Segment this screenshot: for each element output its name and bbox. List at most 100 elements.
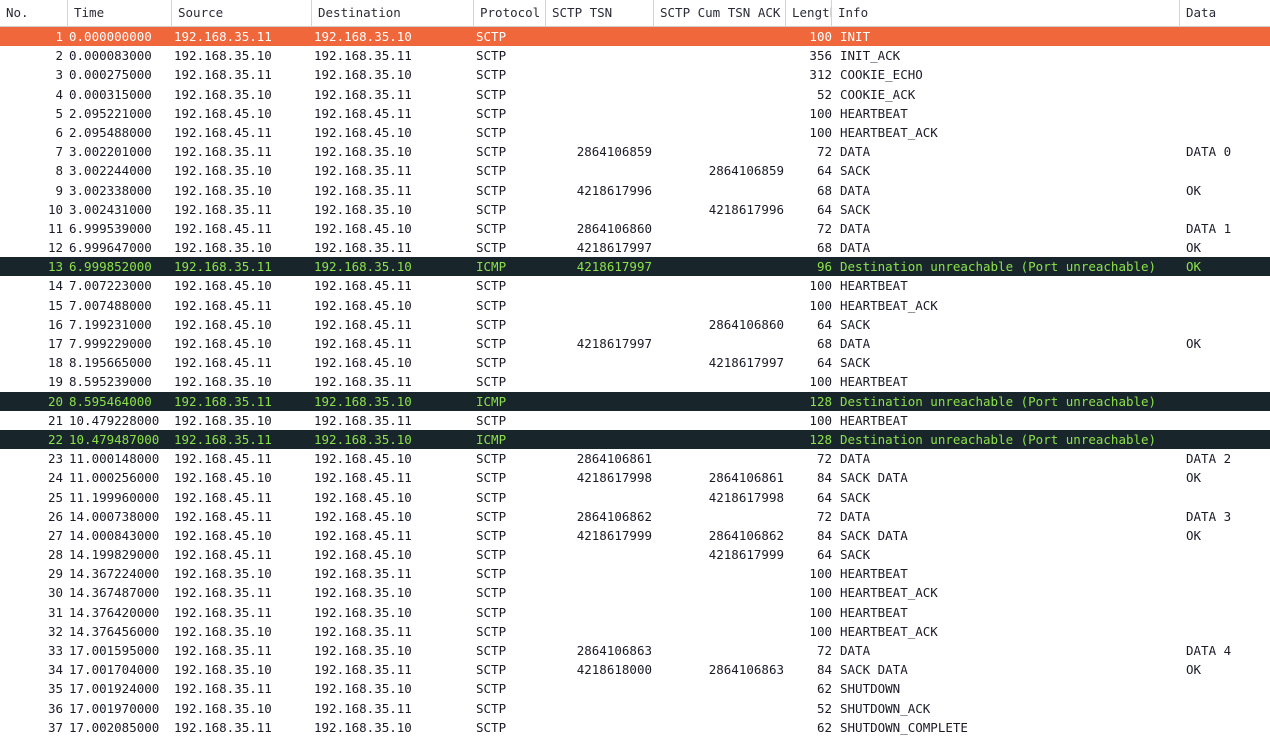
packet-row[interactable]: 22 10.479487000 192.168.35.11 192.168.35.10… (0, 429, 1270, 450)
packet-row[interactable]: 17 7.999229000 192.168.45.10 192.168.45.11 S… (0, 334, 1270, 354)
packet-sctp-tsn: 4218617996 (576, 182, 652, 198)
packet-info: SACK (840, 316, 871, 332)
packet-no: 33 (47, 643, 63, 658)
packet-source: 192.168.45.10 (174, 278, 272, 294)
packet-row[interactable]: 30 14.367487000 192.168.35.11 192.168.35.10… (0, 583, 1270, 603)
packet-info: SACK (840, 201, 871, 217)
packet-no: 11 (47, 220, 63, 236)
packet-destination: 192.168.45.11 (314, 316, 412, 332)
packet-row[interactable]: 33 17.001595000 192.168.35.11 192.168.35.10… (0, 641, 1270, 661)
packet-row[interactable]: 23 11.000148000 192.168.45.11 192.168.45.10… (0, 449, 1270, 469)
packet-no: 34 (47, 662, 63, 678)
packet-destination: 192.168.35.10 (314, 67, 412, 83)
packet-row[interactable]: 21 10.479228000 192.168.35.10 192.168.35.11… (0, 410, 1270, 430)
packet-row[interactable]: 8 3.002244000 192.168.35.10 192.168.35.11 SC… (0, 161, 1270, 181)
packet-info: DATA (840, 508, 871, 524)
packet-source: 192.168.45.10 (174, 105, 272, 121)
packet-row[interactable]: 19 8.595239000 192.168.35.10 192.168.35.11 S… (0, 372, 1270, 392)
packet-row[interactable]: 3 0.000275000 192.168.35.11 192.168.35.10 SC… (0, 65, 1270, 85)
packet-time: 14.199829000 (69, 547, 160, 563)
packet-length: 52 (816, 700, 832, 716)
packet-row[interactable]: 31 14.376420000 192.168.35.11 192.168.35.10… (0, 602, 1270, 622)
packet-row[interactable]: 16 7.199231000 192.168.45.10 192.168.45.11 S… (0, 314, 1270, 334)
packet-length: 72 (816, 220, 832, 236)
packet-data (1180, 583, 1270, 602)
packet-time: 7.007223000 (69, 278, 152, 294)
packet-row[interactable]: 20 8.595464000 192.168.35.11 192.168.35.10 I… (0, 391, 1270, 411)
packet-row[interactable]: 4 0.000315000 192.168.35.10 192.168.35.11 SC… (0, 84, 1270, 104)
column-header-data[interactable]: Data (1180, 0, 1270, 27)
packet-no: 17 (47, 336, 63, 351)
packet-row[interactable]: 27 14.000843000 192.168.45.10 192.168.45.11… (0, 525, 1270, 546)
packet-row[interactable]: 32 14.376456000 192.168.35.10 192.168.35.11… (0, 621, 1270, 641)
packet-no: 18 (47, 355, 63, 371)
packet-sctp-tsn: 4218617999 (576, 527, 652, 543)
column-header-info[interactable]: Info (832, 0, 1180, 27)
column-header-length[interactable]: Length (786, 0, 832, 27)
packet-time: 14.376456000 (69, 623, 160, 639)
packet-row[interactable]: 28 14.199829000 192.168.45.11 192.168.45.10… (0, 545, 1270, 565)
packet-time: 11.000148000 (69, 451, 160, 467)
column-header-sctp-cum-tsn-ack[interactable]: SCTP Cum TSN ACK (654, 0, 786, 27)
packet-row[interactable]: 36 17.001970000 192.168.35.10 192.168.35.11… (0, 698, 1270, 718)
packet-no: 8 (55, 163, 63, 179)
packet-data (1180, 430, 1270, 449)
packet-row[interactable]: 5 2.095221000 192.168.45.10 192.168.45.11 SC… (0, 103, 1270, 123)
packet-destination: 192.168.35.10 (314, 643, 412, 658)
packet-data (1180, 85, 1270, 104)
packet-info: SACK DATA (840, 470, 908, 486)
packet-row[interactable]: 11 6.999539000 192.168.45.11 192.168.45.10 S… (0, 218, 1270, 239)
packet-time: 17.001704000 (69, 662, 160, 678)
packet-destination: 192.168.35.10 (314, 585, 412, 601)
packet-data: DATA 3 (1186, 508, 1232, 524)
packet-row[interactable]: 2 0.000083000 192.168.35.10 192.168.35.11 SC… (0, 46, 1270, 66)
packet-length: 64 (816, 355, 832, 371)
column-header-protocol[interactable]: Protocol (474, 0, 546, 27)
packet-time: 8.595239000 (69, 374, 152, 390)
column-header-source[interactable]: Source (172, 0, 312, 27)
packet-length: 72 (816, 451, 832, 467)
packet-row[interactable]: 25 11.199960000 192.168.45.11 192.168.45.10… (0, 487, 1270, 507)
packet-list-header: No. Time Source Destination Protocol SCT… (0, 0, 1270, 27)
packet-row[interactable]: 35 17.001924000 192.168.35.11 192.168.35.10… (0, 679, 1270, 699)
packet-row[interactable]: 24 11.000256000 192.168.45.10 192.168.45.11… (0, 468, 1270, 488)
packet-destination: 192.168.45.10 (314, 355, 412, 371)
packet-time: 3.002244000 (69, 163, 152, 179)
column-header-time[interactable]: Time (68, 0, 172, 27)
column-header-destination[interactable]: Destination (312, 0, 474, 27)
packet-data: OK (1186, 662, 1202, 678)
packet-source: 192.168.35.10 (174, 566, 272, 582)
packet-row[interactable]: 9 3.002338000 192.168.35.10 192.168.35.11 SC… (0, 180, 1270, 200)
packet-info: HEARTBEAT (840, 604, 908, 620)
packet-row[interactable]: 14 7.007223000 192.168.45.10 192.168.45.11 S… (0, 276, 1270, 296)
packet-destination: 192.168.45.10 (314, 297, 412, 313)
packet-length: 68 (816, 182, 832, 198)
packet-time: 7.999229000 (69, 336, 152, 351)
packet-row[interactable]: 1 0.000000000 192.168.35.11 192.168.35.10 SC… (0, 27, 1270, 47)
packet-row[interactable]: 10 3.002431000 192.168.35.11 192.168.35.10 S… (0, 199, 1270, 219)
packet-row[interactable]: 6 2.095488000 192.168.45.11 192.168.45.10 SC… (0, 122, 1270, 143)
column-header-no[interactable]: No. (0, 0, 68, 27)
column-header-sctp-tsn[interactable]: SCTP TSN (546, 0, 654, 27)
packet-row[interactable]: 7 3.002201000 192.168.35.11 192.168.35.10 SC… (0, 142, 1270, 162)
packet-row[interactable]: 12 6.999647000 192.168.35.10 192.168.35.11 S… (0, 238, 1270, 258)
packet-data (1180, 353, 1270, 372)
packet-destination: 192.168.35.10 (314, 431, 412, 447)
packet-row[interactable]: 37 17.002085000 192.168.35.11 192.168.35.10… (0, 717, 1270, 737)
packet-protocol: SCTP (476, 355, 507, 371)
packet-data (1180, 27, 1270, 46)
packet-data (1180, 679, 1270, 698)
packet-source: 192.168.45.11 (174, 220, 272, 236)
packet-row[interactable]: 18 8.195665000 192.168.45.11 192.168.45.10 S… (0, 353, 1270, 373)
packet-sctp-cum-tsn-ack: 4218617997 (708, 355, 784, 371)
packet-row[interactable]: 15 7.007488000 192.168.45.11 192.168.45.10 S… (0, 295, 1270, 315)
packet-time: 6.999539000 (69, 220, 152, 236)
packet-row[interactable]: 29 14.367224000 192.168.35.10 192.168.35.11… (0, 564, 1270, 584)
packet-data (1180, 46, 1270, 65)
packet-row[interactable]: 13 6.999852000 192.168.35.11 192.168.35.10 I… (0, 257, 1270, 277)
packet-sctp-cum-tsn-ack: 4218617996 (708, 201, 784, 217)
packet-row[interactable]: 34 17.001704000 192.168.35.10 192.168.35.11… (0, 660, 1270, 680)
packet-data (1180, 545, 1270, 564)
packet-sctp-cum-tsn-ack (654, 718, 786, 737)
packet-row[interactable]: 26 14.000738000 192.168.45.11 192.168.45.10… (0, 506, 1270, 526)
